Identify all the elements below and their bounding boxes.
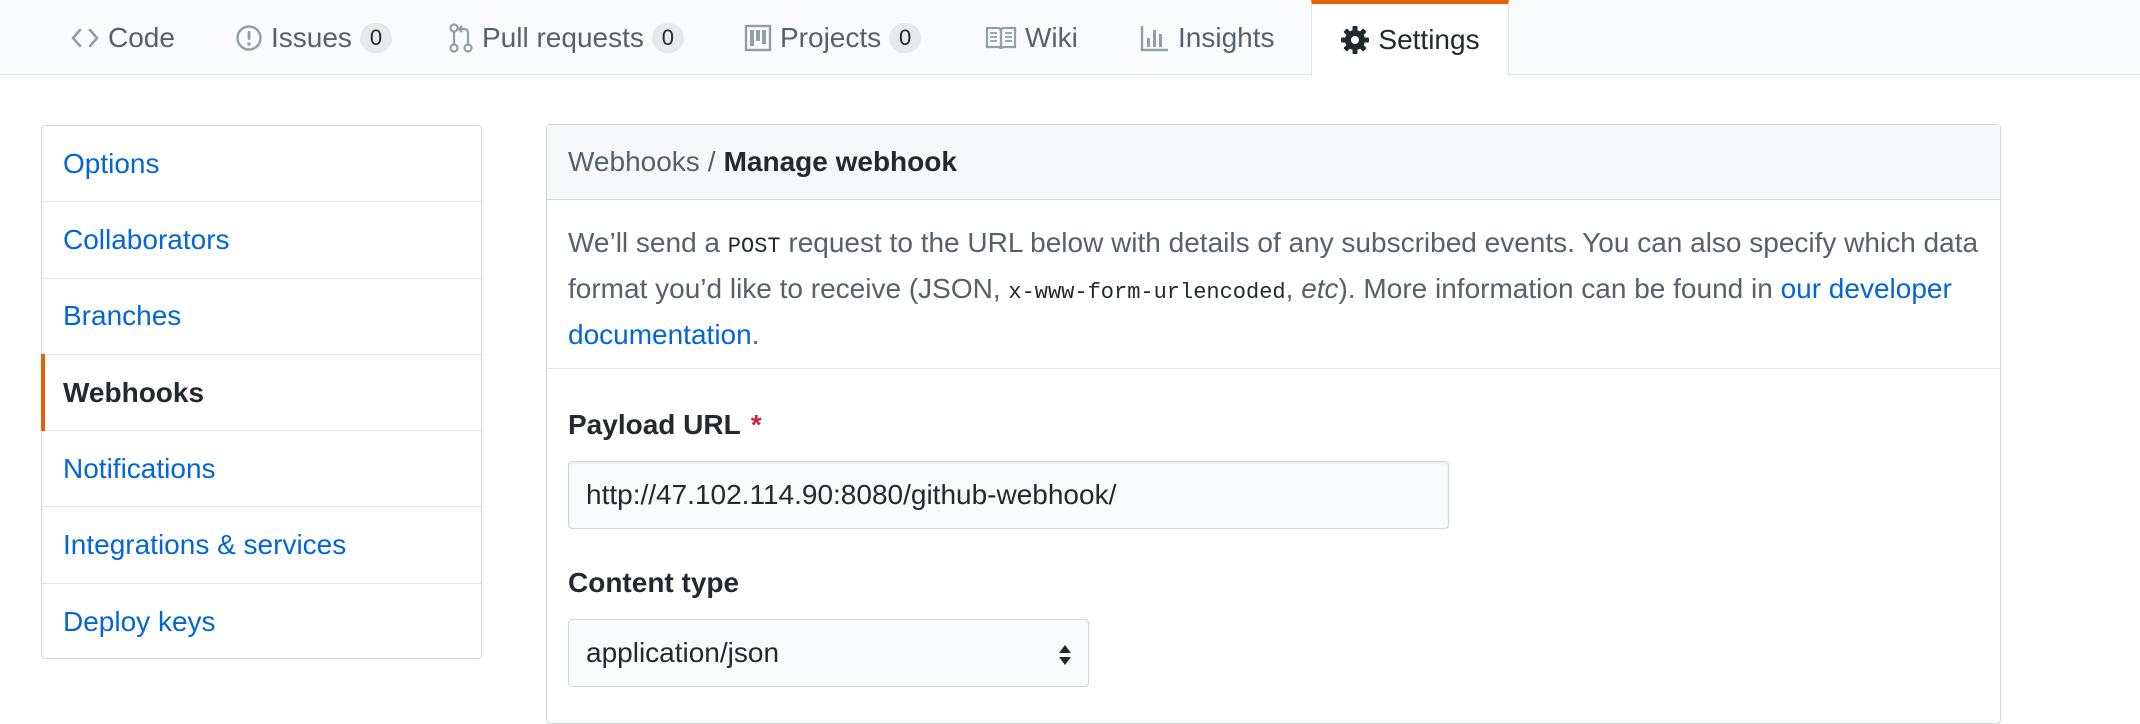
description-text-1: We’ll send a <box>568 227 728 258</box>
tab-projects[interactable]: Projects 0 <box>744 0 922 75</box>
gear-icon <box>1340 25 1370 55</box>
tab-settings-label: Settings <box>1378 24 1480 55</box>
required-marker: * <box>750 409 762 440</box>
project-icon <box>744 24 772 52</box>
repo-nav: Code Issues 0 Pull requests 0 Projects 0… <box>0 0 2140 76</box>
webhook-description: We’ll send a POST request to the URL bel… <box>547 200 2000 369</box>
tab-pull-requests-label: Pull requests <box>482 21 644 53</box>
graph-icon <box>1140 24 1170 52</box>
code-icon <box>70 26 100 50</box>
tab-code[interactable]: Code <box>70 0 175 75</box>
description-text-3: , <box>1285 273 1302 304</box>
tab-issues-label: Issues <box>271 21 352 53</box>
description-text-5: . <box>751 319 760 350</box>
tab-issues[interactable]: Issues 0 <box>235 0 392 75</box>
payload-url-input[interactable]: http://47.102.114.90:8080/github-webhook… <box>568 461 1449 529</box>
sidebar-item-notifications[interactable]: Notifications <box>42 431 481 508</box>
etc-text: etc <box>1301 273 1339 304</box>
sidebar-item-deploy-keys[interactable]: Deploy keys <box>42 584 481 660</box>
issues-counter: 0 <box>359 22 392 53</box>
projects-counter: 0 <box>889 22 922 53</box>
breadcrumb: Webhooks / Manage webhook <box>547 125 2000 200</box>
tab-projects-label: Projects <box>780 21 882 53</box>
urlencoded-code: x-www-form-urlencoded <box>1008 280 1286 305</box>
breadcrumb-webhooks-link[interactable]: Webhooks <box>568 146 700 178</box>
content-type-select[interactable]: application/json <box>568 619 1089 687</box>
page-title: Manage webhook <box>723 146 957 177</box>
select-arrows-icon <box>1058 642 1072 674</box>
tab-insights-label: Insights <box>1178 21 1275 53</box>
book-icon <box>985 25 1017 51</box>
content-type-label: Content type <box>568 567 740 598</box>
tab-pull-requests[interactable]: Pull requests 0 <box>448 0 684 75</box>
content-type-value: application/json <box>586 637 780 668</box>
tab-wiki[interactable]: Wiki <box>985 0 1078 75</box>
sidebar-item-options[interactable]: Options <box>42 126 481 203</box>
post-method-code: POST <box>727 234 781 259</box>
sidebar-item-collaborators[interactable]: Collaborators <box>42 202 481 279</box>
payload-url-label-text: Payload URL <box>568 409 741 440</box>
sidebar-item-integrations-services[interactable]: Integrations & services <box>42 507 481 584</box>
tab-wiki-label: Wiki <box>1025 21 1078 53</box>
sidebar-item-branches[interactable]: Branches <box>42 279 481 355</box>
git-pull-request-icon <box>448 22 474 53</box>
breadcrumb-separator: / <box>707 146 716 177</box>
payload-url-label: Payload URL * <box>568 405 1979 445</box>
settings-sidebar: Options Collaborators Branches Webhooks … <box>41 125 482 659</box>
tab-insights[interactable]: Insights <box>1140 0 1275 75</box>
issue-opened-icon <box>235 24 263 52</box>
description-text-4: ). More information can be found in <box>1338 273 1781 304</box>
tab-settings[interactable]: Settings <box>1311 0 1509 76</box>
tab-code-label: Code <box>108 21 175 53</box>
manage-webhook-box: Webhooks / Manage webhook We’ll send a P… <box>546 124 2001 724</box>
pull-requests-counter: 0 <box>651 22 684 53</box>
sidebar-item-webhooks[interactable]: Webhooks <box>41 353 481 432</box>
webhook-form: Payload URL * http://47.102.114.90:8080/… <box>547 369 2000 687</box>
